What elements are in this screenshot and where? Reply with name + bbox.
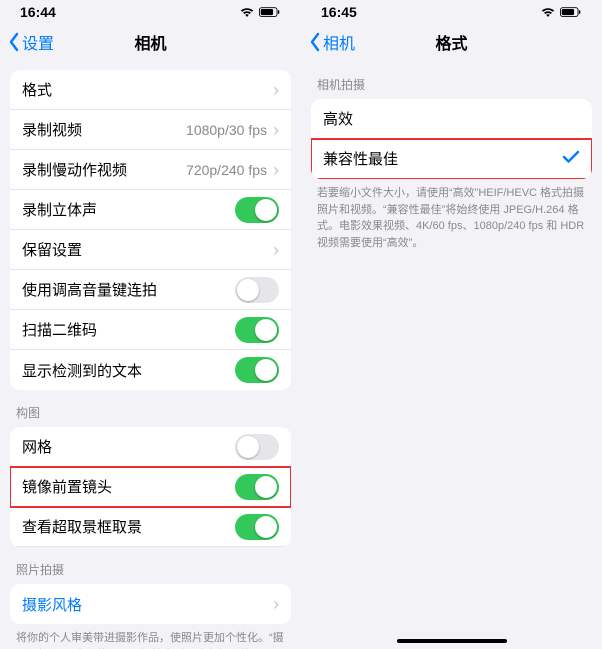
row-label: 镜像前置镜头 xyxy=(22,476,112,497)
row-label: 使用调高音量键连拍 xyxy=(22,279,157,300)
home-indicator xyxy=(397,639,507,643)
row-label: 摄影风格 xyxy=(22,594,82,615)
section-header-photo: 照片拍摄 xyxy=(0,547,301,584)
row-label: 保留设置 xyxy=(22,239,82,260)
row-record-slomo[interactable]: 录制慢动作视频 720p/240 fps› xyxy=(10,150,291,190)
status-icons xyxy=(239,7,281,18)
row-preserve-settings[interactable]: 保留设置 › xyxy=(10,230,291,270)
checkmark-icon xyxy=(562,148,580,169)
back-button[interactable]: 设置 xyxy=(0,30,54,54)
chevron-left-icon xyxy=(309,32,321,52)
row-view-outside-frame[interactable]: 查看超取景框取景 xyxy=(10,507,291,547)
row-label: 录制立体声 xyxy=(22,199,97,220)
chevron-right-icon: › xyxy=(273,595,279,613)
row-high-efficiency[interactable]: 高效 xyxy=(311,99,592,139)
content: 相机拍摄 高效 兼容性最佳 若要缩小文件大小，请使用“高效”HEIF/HEVC … xyxy=(301,64,602,649)
content: 格式 › 录制视频 1080p/30 fps› 录制慢动作视频 720p/240… xyxy=(0,64,301,649)
navigation-bar: 设置 相机 xyxy=(0,20,301,64)
navigation-bar: 相机 格式 xyxy=(301,20,602,64)
row-volume-burst[interactable]: 使用调高音量键连拍 xyxy=(10,270,291,310)
toggle-scan-qr[interactable] xyxy=(235,317,279,343)
battery-icon xyxy=(560,7,582,18)
row-label: 显示检测到的文本 xyxy=(22,360,142,381)
row-photographic-styles[interactable]: 摄影风格 › xyxy=(10,584,291,624)
row-most-compatible[interactable]: 兼容性最佳 xyxy=(311,139,592,179)
camera-settings-screen: 16:44 设置 相机 格式 › 录制视频 1080p/30 fps› 录制慢动… xyxy=(0,0,301,649)
row-scan-qr[interactable]: 扫描二维码 xyxy=(10,310,291,350)
chevron-right-icon: › xyxy=(273,121,279,139)
row-grid[interactable]: 网格 xyxy=(10,427,291,467)
settings-group-photo: 摄影风格 › xyxy=(10,584,291,624)
row-stereo[interactable]: 录制立体声 xyxy=(10,190,291,230)
status-bar: 16:44 xyxy=(0,0,301,20)
toggle-grid[interactable] xyxy=(235,434,279,460)
row-record-video[interactable]: 录制视频 1080p/30 fps› xyxy=(10,110,291,150)
section-header-capture: 相机拍摄 xyxy=(301,70,602,99)
status-bar: 16:45 xyxy=(301,0,602,20)
battery-icon xyxy=(259,7,281,18)
settings-group-composition: 网格 镜像前置镜头 查看超取景框取景 xyxy=(10,427,291,547)
row-label: 录制慢动作视频 xyxy=(22,159,127,180)
back-button[interactable]: 相机 xyxy=(301,30,355,54)
row-label: 兼容性最佳 xyxy=(323,148,398,169)
toggle-stereo[interactable] xyxy=(235,197,279,223)
row-detect-text[interactable]: 显示检测到的文本 xyxy=(10,350,291,390)
row-label: 网格 xyxy=(22,436,52,457)
row-format[interactable]: 格式 › xyxy=(10,70,291,110)
toggle-detect-text[interactable] xyxy=(235,357,279,383)
row-label: 录制视频 xyxy=(22,119,82,140)
row-label: 查看超取景框取景 xyxy=(22,516,142,537)
section-header-composition: 构图 xyxy=(0,390,301,427)
back-label: 相机 xyxy=(323,30,355,54)
row-label: 扫描二维码 xyxy=(22,319,97,340)
footnote: 若要缩小文件大小，请使用“高效”HEIF/HEVC 格式拍摄照片和视频。“兼容性… xyxy=(301,179,602,251)
wifi-icon xyxy=(239,7,255,18)
format-options-group: 高效 兼容性最佳 xyxy=(311,99,592,179)
row-mirror-front[interactable]: 镜像前置镜头 xyxy=(10,467,291,507)
back-label: 设置 xyxy=(22,30,54,54)
status-time: 16:44 xyxy=(20,4,56,20)
wifi-icon xyxy=(540,7,556,18)
row-label: 格式 xyxy=(22,79,52,100)
status-icons xyxy=(540,7,582,18)
footnote: 将你的个人审美带进摄影作品，使照片更加个性化。“摄影风格”使用先进的场景理解技术… xyxy=(0,624,301,649)
row-label: 高效 xyxy=(323,108,353,129)
chevron-left-icon xyxy=(8,32,20,52)
settings-group-1: 格式 › 录制视频 1080p/30 fps› 录制慢动作视频 720p/240… xyxy=(10,70,291,390)
toggle-view-outside-frame[interactable] xyxy=(235,514,279,540)
chevron-right-icon: › xyxy=(273,161,279,179)
chevron-right-icon: › xyxy=(273,241,279,259)
status-time: 16:45 xyxy=(321,4,357,20)
format-settings-screen: 16:45 相机 格式 相机拍摄 高效 兼容性最佳 若要缩 xyxy=(301,0,602,649)
toggle-mirror-front[interactable] xyxy=(235,474,279,500)
chevron-right-icon: › xyxy=(273,81,279,99)
toggle-volume-burst[interactable] xyxy=(235,277,279,303)
